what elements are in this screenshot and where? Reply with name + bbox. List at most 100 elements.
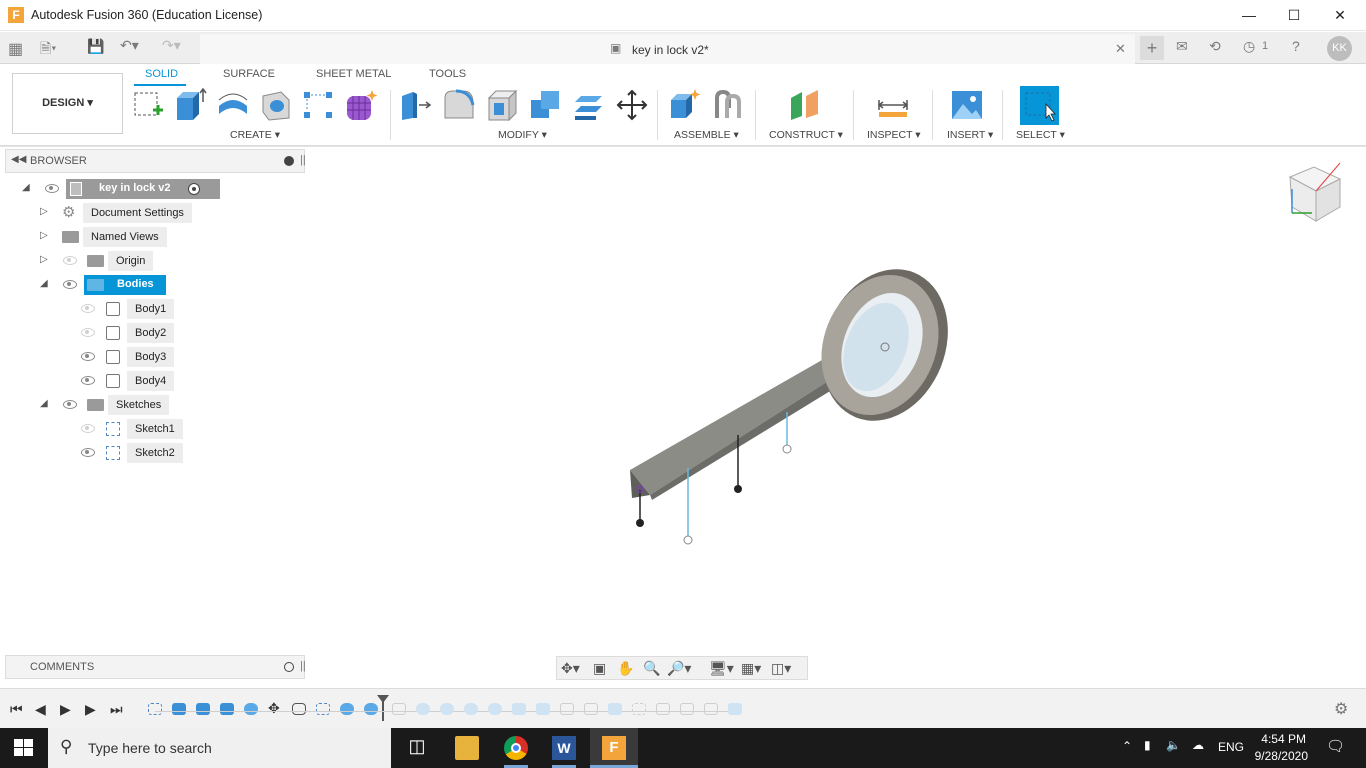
- maximize-button[interactable]: ☐: [1271, 0, 1317, 31]
- show-hidden-icons-icon[interactable]: ⌃: [1122, 739, 1132, 753]
- grid-settings-icon[interactable]: ▦▾: [741, 660, 761, 677]
- task-view-icon[interactable]: ◫: [405, 736, 429, 760]
- timeline-revolve-icon[interactable]: [364, 703, 378, 715]
- clock-time[interactable]: 4:54 PM: [1260, 732, 1306, 746]
- select-group-label[interactable]: SELECT ▾: [1016, 129, 1065, 141]
- tree-item-body3[interactable]: Body3: [78, 347, 178, 367]
- tree-item-sketch1[interactable]: Sketch1: [78, 419, 188, 439]
- go-to-end-icon[interactable]: ⏭: [110, 701, 123, 718]
- visibility-eye-icon[interactable]: [45, 184, 59, 193]
- tab-sheet-metal[interactable]: SHEET METAL: [316, 68, 391, 80]
- user-avatar[interactable]: KK: [1327, 36, 1352, 61]
- joint-icon[interactable]: [711, 88, 745, 122]
- browser-minimize-icon[interactable]: [284, 156, 294, 166]
- close-tab-icon[interactable]: ✕: [1115, 41, 1126, 57]
- browser-root-row[interactable]: ◢ key in lock v2: [20, 179, 220, 199]
- sketch-point[interactable]: [782, 444, 792, 454]
- power-icon[interactable]: ▮: [1144, 738, 1151, 752]
- chrome-icon[interactable]: [504, 736, 528, 760]
- timeline-extrude-icon[interactable]: [172, 703, 186, 715]
- look-at-icon[interactable]: ▣: [593, 660, 606, 677]
- timeline-future-feature-icon[interactable]: [488, 703, 502, 715]
- redo-icon[interactable]: ↷▾: [162, 37, 181, 54]
- new-tab-icon[interactable]: +: [1140, 36, 1164, 60]
- comments-pin-icon[interactable]: ||: [300, 660, 306, 672]
- go-to-start-icon[interactable]: ⏮: [10, 701, 23, 718]
- timeline-extrude-icon[interactable]: [220, 703, 234, 715]
- visibility-eye-icon[interactable]: [81, 352, 95, 361]
- create-form-icon[interactable]: [344, 88, 378, 122]
- new-component-icon[interactable]: [668, 88, 702, 122]
- extensions-icon[interactable]: ⟲: [1209, 38, 1221, 55]
- timeline-future-feature-icon[interactable]: [392, 703, 406, 715]
- timeline-future-feature-icon[interactable]: [416, 703, 430, 715]
- tree-item-bodies[interactable]: ◢ Bodies: [38, 275, 168, 295]
- sketch-point[interactable]: [734, 485, 742, 493]
- timeline-settings-gear-icon[interactable]: ⚙: [1334, 699, 1348, 719]
- model-viewport[interactable]: [600, 250, 980, 560]
- shell-icon[interactable]: [486, 88, 520, 122]
- timeline-future-feature-icon[interactable]: [440, 703, 454, 715]
- tree-item-origin[interactable]: ▷ Origin: [38, 251, 158, 271]
- press-pull-icon[interactable]: [399, 88, 433, 122]
- revolve-icon[interactable]: [216, 88, 250, 122]
- zoom-icon[interactable]: 🔍: [643, 660, 660, 677]
- chat-icon[interactable]: ✉: [1176, 38, 1188, 55]
- help-icon[interactable]: ?: [1292, 38, 1300, 54]
- offset-plane-icon[interactable]: [788, 88, 822, 122]
- insert-group-label[interactable]: INSERT ▾: [947, 129, 993, 141]
- file-explorer-icon[interactable]: [455, 736, 479, 760]
- timeline-future-feature-icon[interactable]: [512, 703, 526, 715]
- viewports-icon[interactable]: ◫▾: [771, 660, 791, 677]
- language-indicator[interactable]: ENG: [1218, 740, 1244, 754]
- timeline-future-feature-icon[interactable]: [728, 703, 742, 715]
- insert-image-icon[interactable]: [950, 88, 984, 122]
- word-icon[interactable]: W: [552, 736, 576, 760]
- timeline-move-icon[interactable]: ✥: [268, 700, 280, 717]
- data-panel-grid-icon[interactable]: ▦: [8, 39, 23, 59]
- expanded-triangle-icon[interactable]: ◢: [40, 278, 48, 289]
- browser-panel-header[interactable]: ◀◀ BROWSER ||: [5, 149, 306, 173]
- collapsed-triangle-icon[interactable]: ▷: [40, 206, 48, 217]
- fillet-icon[interactable]: [442, 88, 476, 122]
- visibility-eye-icon[interactable]: [63, 400, 77, 409]
- viewcube[interactable]: [1282, 155, 1346, 225]
- measure-icon[interactable]: [876, 88, 910, 122]
- pattern-icon[interactable]: [301, 88, 335, 122]
- orbit-icon[interactable]: ✥▾: [561, 660, 580, 677]
- tree-item-body4[interactable]: Body4: [78, 371, 178, 391]
- visibility-eye-icon[interactable]: [81, 376, 95, 385]
- comments-panel-header[interactable]: COMMENTS ||: [5, 655, 306, 679]
- offset-face-icon[interactable]: [572, 88, 606, 122]
- display-settings-icon[interactable]: 🖥▾: [709, 660, 734, 677]
- extrude-icon[interactable]: [173, 88, 207, 122]
- taskbar-search-box[interactable]: ⚲ Type here to search: [48, 728, 391, 768]
- hidden-eye-icon[interactable]: [81, 328, 95, 337]
- expanded-triangle-icon[interactable]: ◢: [40, 398, 48, 409]
- tree-item-named-views[interactable]: ▷ Named Views: [38, 227, 178, 247]
- modify-group-label[interactable]: MODIFY ▾: [498, 129, 547, 141]
- fusion-taskbar-button[interactable]: F: [590, 728, 638, 768]
- step-back-icon[interactable]: ◀: [35, 701, 46, 718]
- tab-surface[interactable]: SURFACE: [223, 68, 275, 80]
- tree-item-body2[interactable]: Body2: [78, 323, 178, 343]
- timeline-future-feature-icon[interactable]: [680, 703, 694, 715]
- play-icon[interactable]: ▶: [60, 701, 71, 718]
- expanded-triangle-icon[interactable]: ◢: [22, 182, 30, 193]
- add-comment-icon[interactable]: [284, 662, 294, 672]
- document-tab[interactable]: ▣ key in lock v2* ✕: [200, 34, 1135, 64]
- assemble-group-label[interactable]: ASSEMBLE ▾: [674, 129, 739, 141]
- timeline-future-feature-icon[interactable]: [608, 703, 622, 715]
- collapsed-triangle-icon[interactable]: ▷: [40, 254, 48, 265]
- hidden-eye-icon[interactable]: [63, 256, 77, 265]
- minimize-button[interactable]: —: [1226, 0, 1272, 31]
- select-tool-button[interactable]: [1020, 86, 1059, 125]
- collapsed-triangle-icon[interactable]: ▷: [40, 230, 48, 241]
- timeline-marker-handle[interactable]: [377, 695, 389, 703]
- windows-start-icon[interactable]: [14, 739, 34, 757]
- file-menu-icon[interactable]: 🗎▾: [40, 38, 56, 62]
- tree-item-document-settings[interactable]: ▷ ⚙ Document Settings: [38, 203, 198, 223]
- close-button[interactable]: ✕: [1317, 0, 1363, 31]
- move-copy-icon[interactable]: [615, 88, 649, 122]
- undo-icon[interactable]: ↶▾: [120, 37, 139, 54]
